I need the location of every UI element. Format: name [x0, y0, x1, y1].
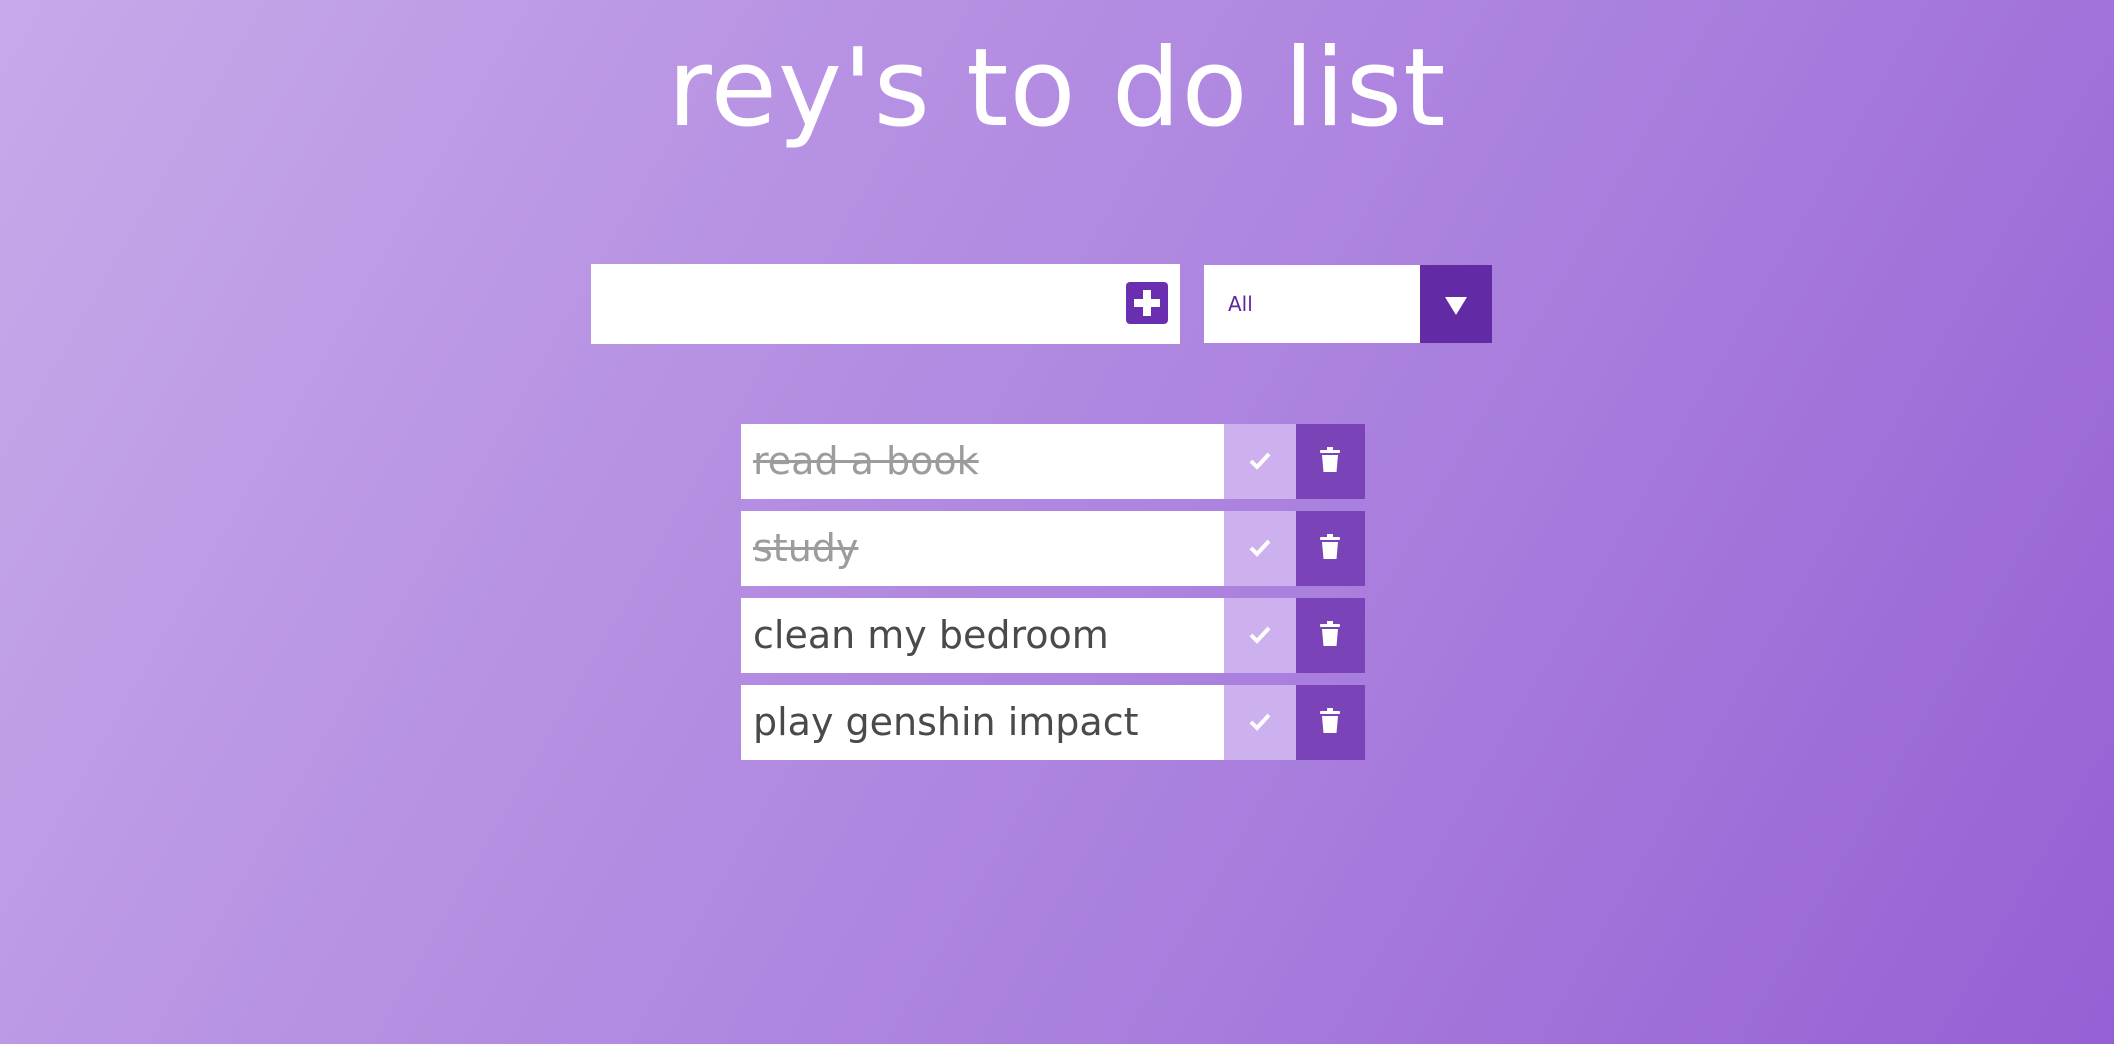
trash-icon	[1320, 621, 1340, 646]
todo-item: study	[741, 511, 1365, 586]
delete-button[interactable]	[1296, 511, 1365, 586]
todo-text: clean my bedroom	[753, 613, 1109, 657]
add-todo-button[interactable]	[1126, 282, 1168, 324]
check-icon	[1249, 626, 1271, 644]
filter-selected-value: All	[1228, 292, 1253, 316]
page-title: rey's to do list	[667, 26, 1447, 151]
filter-dropdown-button[interactable]	[1420, 265, 1492, 343]
todo-list: read a book study clean my bedroom play …	[741, 424, 1365, 772]
todo-text: play genshin impact	[753, 700, 1139, 744]
check-icon	[1249, 452, 1271, 470]
todo-item: play genshin impact	[741, 685, 1365, 760]
trash-icon	[1320, 534, 1340, 559]
todo-item: clean my bedroom	[741, 598, 1365, 673]
complete-button[interactable]	[1224, 511, 1296, 586]
todo-text: read a book	[753, 439, 979, 483]
todo-input[interactable]	[591, 264, 1111, 344]
filter-select[interactable]: All	[1204, 265, 1492, 343]
delete-button[interactable]	[1296, 685, 1365, 760]
triangle-down-icon	[1445, 297, 1467, 315]
check-icon	[1249, 713, 1271, 731]
check-icon	[1249, 539, 1271, 557]
delete-button[interactable]	[1296, 598, 1365, 673]
complete-button[interactable]	[1224, 598, 1296, 673]
todo-item: read a book	[741, 424, 1365, 499]
trash-icon	[1320, 708, 1340, 733]
complete-button[interactable]	[1224, 685, 1296, 760]
todo-input-container	[591, 264, 1180, 344]
complete-button[interactable]	[1224, 424, 1296, 499]
trash-icon	[1320, 447, 1340, 472]
todo-text: study	[753, 526, 859, 570]
delete-button[interactable]	[1296, 424, 1365, 499]
